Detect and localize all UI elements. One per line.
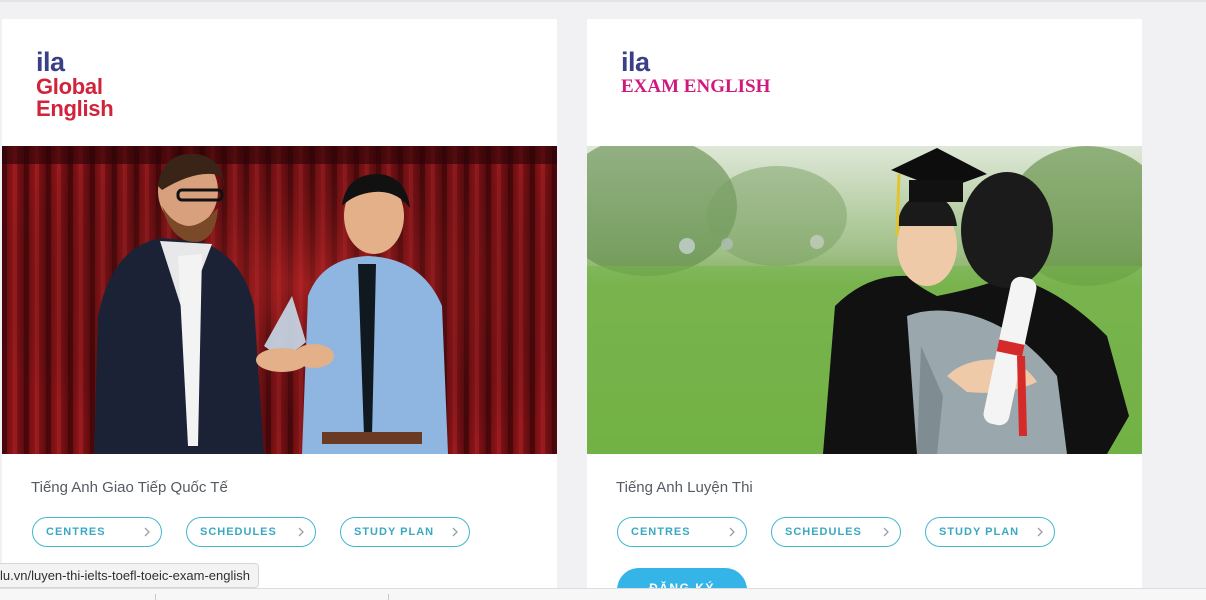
logo-ila-text: ila — [36, 47, 65, 77]
study-plan-button[interactable]: STUDY PLAN — [925, 517, 1055, 547]
chevron-right-icon — [298, 527, 304, 537]
schedules-button[interactable]: SCHEDULES — [771, 517, 901, 547]
centres-button[interactable]: CENTRES — [32, 517, 162, 547]
link-status-url: lu.vn/luyen-thi-ielts-toefl-toeic-exam-e… — [0, 563, 259, 588]
chevron-right-icon — [1037, 527, 1043, 537]
chevron-right-icon — [729, 527, 735, 537]
chevron-right-icon — [883, 527, 889, 537]
schedules-button[interactable]: SCHEDULES — [186, 517, 316, 547]
study-plan-button[interactable]: STUDY PLAN — [340, 517, 470, 547]
centres-label: CENTRES — [46, 526, 106, 538]
schedules-label: SCHEDULES — [785, 526, 862, 538]
centres-label: CENTRES — [631, 526, 691, 538]
divider — [155, 594, 156, 600]
logo-ila-text: ila — [621, 47, 650, 77]
course-card-exam-english: ila EXAM ENGLISH Tiếng Anh Luyện Thi CEN… — [587, 19, 1142, 600]
course-card-global-english: ila Global English Tiếng Anh Giao Tiếp Q… — [2, 19, 557, 600]
graduation-photo[interactable] — [587, 146, 1142, 454]
schedules-label: SCHEDULES — [200, 526, 277, 538]
divider — [388, 594, 389, 600]
award-ceremony-photo[interactable] — [2, 146, 557, 454]
centres-button[interactable]: CENTRES — [617, 517, 747, 547]
chevron-right-icon — [452, 527, 458, 537]
study-plan-label: STUDY PLAN — [354, 526, 435, 538]
study-plan-label: STUDY PLAN — [939, 526, 1020, 538]
chevron-right-icon — [144, 527, 150, 537]
ila-exam-english-logo[interactable]: ila EXAM ENGLISH — [621, 49, 770, 97]
logo-line-1: Global — [36, 74, 103, 99]
logo-line-2: English — [36, 96, 114, 121]
course-title[interactable]: Tiếng Anh Luyện Thi — [616, 479, 753, 496]
bottom-bar — [0, 588, 1206, 600]
course-title[interactable]: Tiếng Anh Giao Tiếp Quốc Tế — [31, 479, 228, 496]
logo-line-1: EXAM ENGLISH — [621, 76, 771, 97]
top-border — [0, 0, 1206, 2]
ila-global-english-logo[interactable]: ila Global English — [36, 47, 114, 121]
